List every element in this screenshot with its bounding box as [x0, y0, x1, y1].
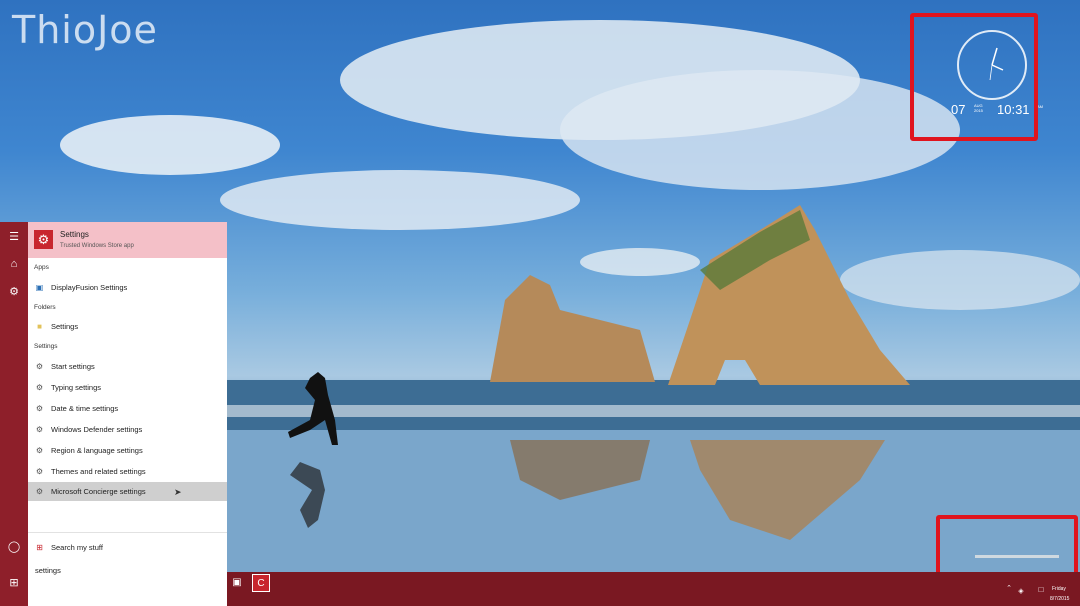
- search-query-text: settings: [35, 566, 61, 575]
- app-taskbar-icon[interactable]: C: [252, 574, 270, 592]
- tray-day: Friday: [1052, 586, 1066, 592]
- displayfusion-icon: ▣: [35, 283, 44, 292]
- notification-icon[interactable]: □: [1034, 582, 1048, 596]
- list-item-defender-settings[interactable]: ⚙ Windows Defender settings: [28, 420, 227, 439]
- search-results-panel: ⚙ Settings Trusted Windows Store app App…: [28, 222, 227, 606]
- gear-icon: ⚙: [35, 467, 44, 476]
- section-folders-heading: Folders: [34, 304, 56, 311]
- gear-icon: ⚙: [35, 446, 44, 455]
- list-item-start-settings[interactable]: ⚙ Start settings: [28, 357, 227, 376]
- best-match-item[interactable]: ⚙ Settings Trusted Windows Store app: [28, 222, 227, 258]
- list-item-typing-settings[interactable]: ⚙ Typing settings: [28, 378, 227, 397]
- tray-date: 8/7/2015: [1050, 596, 1069, 602]
- gear-icon: ⚙: [35, 383, 44, 392]
- section-apps-heading: Apps: [34, 264, 49, 271]
- windows-logo-icon: ⊞: [35, 543, 44, 552]
- list-item-region-settings[interactable]: ⚙ Region & language settings: [28, 441, 227, 460]
- home-icon[interactable]: ⌂: [0, 252, 28, 276]
- gear-icon: ⚙: [35, 487, 44, 496]
- highlight-clock-box: [910, 13, 1038, 141]
- search-input[interactable]: settings: [28, 560, 227, 580]
- folder-icon: ■: [35, 322, 44, 331]
- list-item-settings-folder[interactable]: ■ Settings: [28, 317, 227, 336]
- list-item-concierge-settings[interactable]: ⚙ Microsoft Concierge settings ➤: [28, 482, 227, 501]
- search-my-stuff-button[interactable]: ⊞ Search my stuff: [28, 538, 227, 556]
- mouse-cursor-icon: ➤: [174, 487, 182, 498]
- list-item-themes-settings[interactable]: ⚙ Themes and related settings: [28, 462, 227, 481]
- list-item-date-time-settings[interactable]: ⚙ Date & time settings: [28, 399, 227, 418]
- hamburger-menu-icon[interactable]: ☰: [0, 224, 28, 248]
- cortana-circle-icon[interactable]: ◯: [0, 534, 28, 558]
- tray-progress-bar: [975, 555, 1059, 558]
- divider: [28, 532, 227, 533]
- gear-icon: ⚙: [35, 362, 44, 371]
- section-settings-heading: Settings: [34, 343, 58, 350]
- store-taskbar-icon[interactable]: ▣: [230, 575, 244, 589]
- start-rail: ☰ ⌂ ⚙ ◯ ⊞: [0, 222, 28, 606]
- gear-icon: ⚙: [35, 404, 44, 413]
- settings-gear-icon: ⚙: [34, 230, 53, 249]
- best-match-title: Settings: [60, 230, 89, 239]
- network-icon[interactable]: ◈: [1014, 584, 1028, 598]
- gear-icon: ⚙: [35, 425, 44, 434]
- watermark-logo: ThioJoe: [12, 8, 158, 52]
- windows-start-icon[interactable]: ⊞: [0, 570, 28, 594]
- best-match-subtitle: Trusted Windows Store app: [60, 243, 134, 249]
- list-item-displayfusion[interactable]: ▣ DisplayFusion Settings: [28, 278, 227, 297]
- settings-gear-icon[interactable]: ⚙: [0, 279, 28, 303]
